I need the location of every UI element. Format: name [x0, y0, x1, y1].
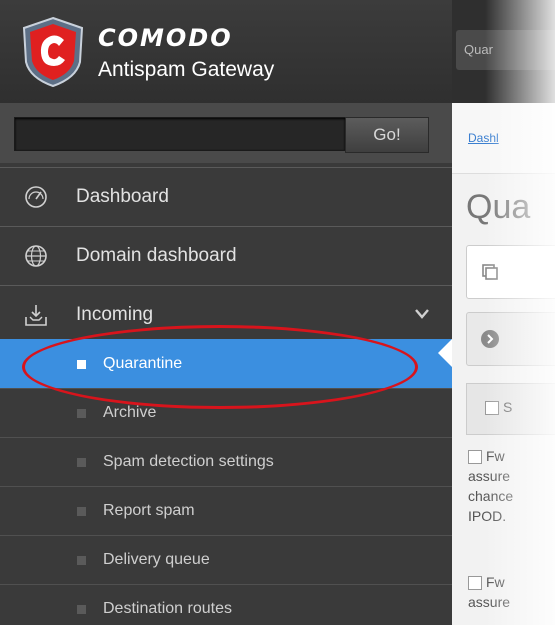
sidebar-subitem-label: Delivery queue	[103, 551, 210, 568]
sidebar-item-label: Domain dashboard	[76, 245, 237, 266]
bullet-square-icon	[77, 409, 86, 418]
sidebar: COMODO Antispam Gateway Go! Dashboard Do…	[0, 0, 452, 625]
sidebar-subitem-label: Destination routes	[103, 600, 232, 617]
brand-name: COMODO	[98, 24, 233, 52]
bullet-square-icon	[77, 507, 86, 516]
search-bar: Go!	[0, 103, 452, 163]
row-text-line: assure	[468, 594, 511, 610]
top-bar: Quar	[452, 0, 555, 103]
page-title: Qua	[466, 188, 531, 226]
row-checkbox[interactable]	[468, 576, 482, 591]
toolbar-box	[466, 245, 555, 299]
globe-icon	[25, 245, 47, 267]
brand-header: COMODO Antispam Gateway	[0, 0, 452, 103]
table-row[interactable]: Fw assure	[468, 572, 510, 612]
sidebar-item-dashboard[interactable]: Dashboard	[0, 167, 452, 225]
row-subject: Fw	[486, 448, 505, 464]
bullet-square-icon	[77, 605, 86, 614]
active-item-pointer	[438, 339, 452, 367]
sidebar-item-domain-dashboard[interactable]: Domain dashboard	[0, 226, 452, 284]
row-text-line: chance	[468, 488, 514, 504]
go-button[interactable]: Go!	[345, 117, 429, 153]
breadcrumb: Dashl	[452, 103, 555, 174]
sidebar-subitem-spam-detection-settings[interactable]: Spam detection settings	[0, 437, 452, 486]
row-text-line: assure	[468, 468, 511, 484]
table-header: S	[466, 383, 555, 435]
sidebar-item-label: Dashboard	[76, 186, 169, 207]
main-panel: Quar Dashl Qua S Fw assure chance IPOD. …	[452, 0, 555, 625]
brand-subtitle: Antispam Gateway	[98, 58, 275, 81]
row-checkbox[interactable]	[468, 450, 482, 465]
comodo-logo-icon	[22, 16, 84, 88]
table-row[interactable]: Fw assure chance IPOD.	[468, 446, 513, 526]
chevron-down-icon	[415, 309, 429, 319]
search-input[interactable]	[14, 117, 346, 151]
bullet-square-icon	[77, 458, 86, 467]
breadcrumb-link-dashboard[interactable]: Dashl	[468, 131, 499, 145]
copy-icon[interactable]	[481, 263, 499, 281]
sidebar-subitem-label: Spam detection settings	[103, 453, 274, 470]
sidebar-subitem-report-spam[interactable]: Report spam	[0, 486, 452, 535]
table-header-label: S	[503, 399, 513, 415]
chevron-right-circle-icon	[481, 330, 499, 348]
sidebar-subitem-label: Report spam	[103, 502, 195, 519]
sidebar-subitem-destination-routes[interactable]: Destination routes	[0, 584, 452, 633]
quarantine-tab-button[interactable]: Quar	[456, 30, 555, 70]
dashboard-gauge-icon	[25, 186, 47, 208]
sidebar-subitem-delivery-queue[interactable]: Delivery queue	[0, 535, 452, 584]
inbox-download-icon	[25, 305, 47, 326]
bullet-square-icon	[77, 556, 86, 565]
row-subject: Fw	[486, 574, 505, 590]
select-all-checkbox[interactable]	[485, 401, 499, 416]
filter-toggle-box[interactable]	[466, 312, 555, 366]
annotation-highlight-oval	[22, 325, 418, 409]
table-header-select: S	[485, 399, 513, 416]
row-text-line: IPOD.	[468, 508, 507, 524]
